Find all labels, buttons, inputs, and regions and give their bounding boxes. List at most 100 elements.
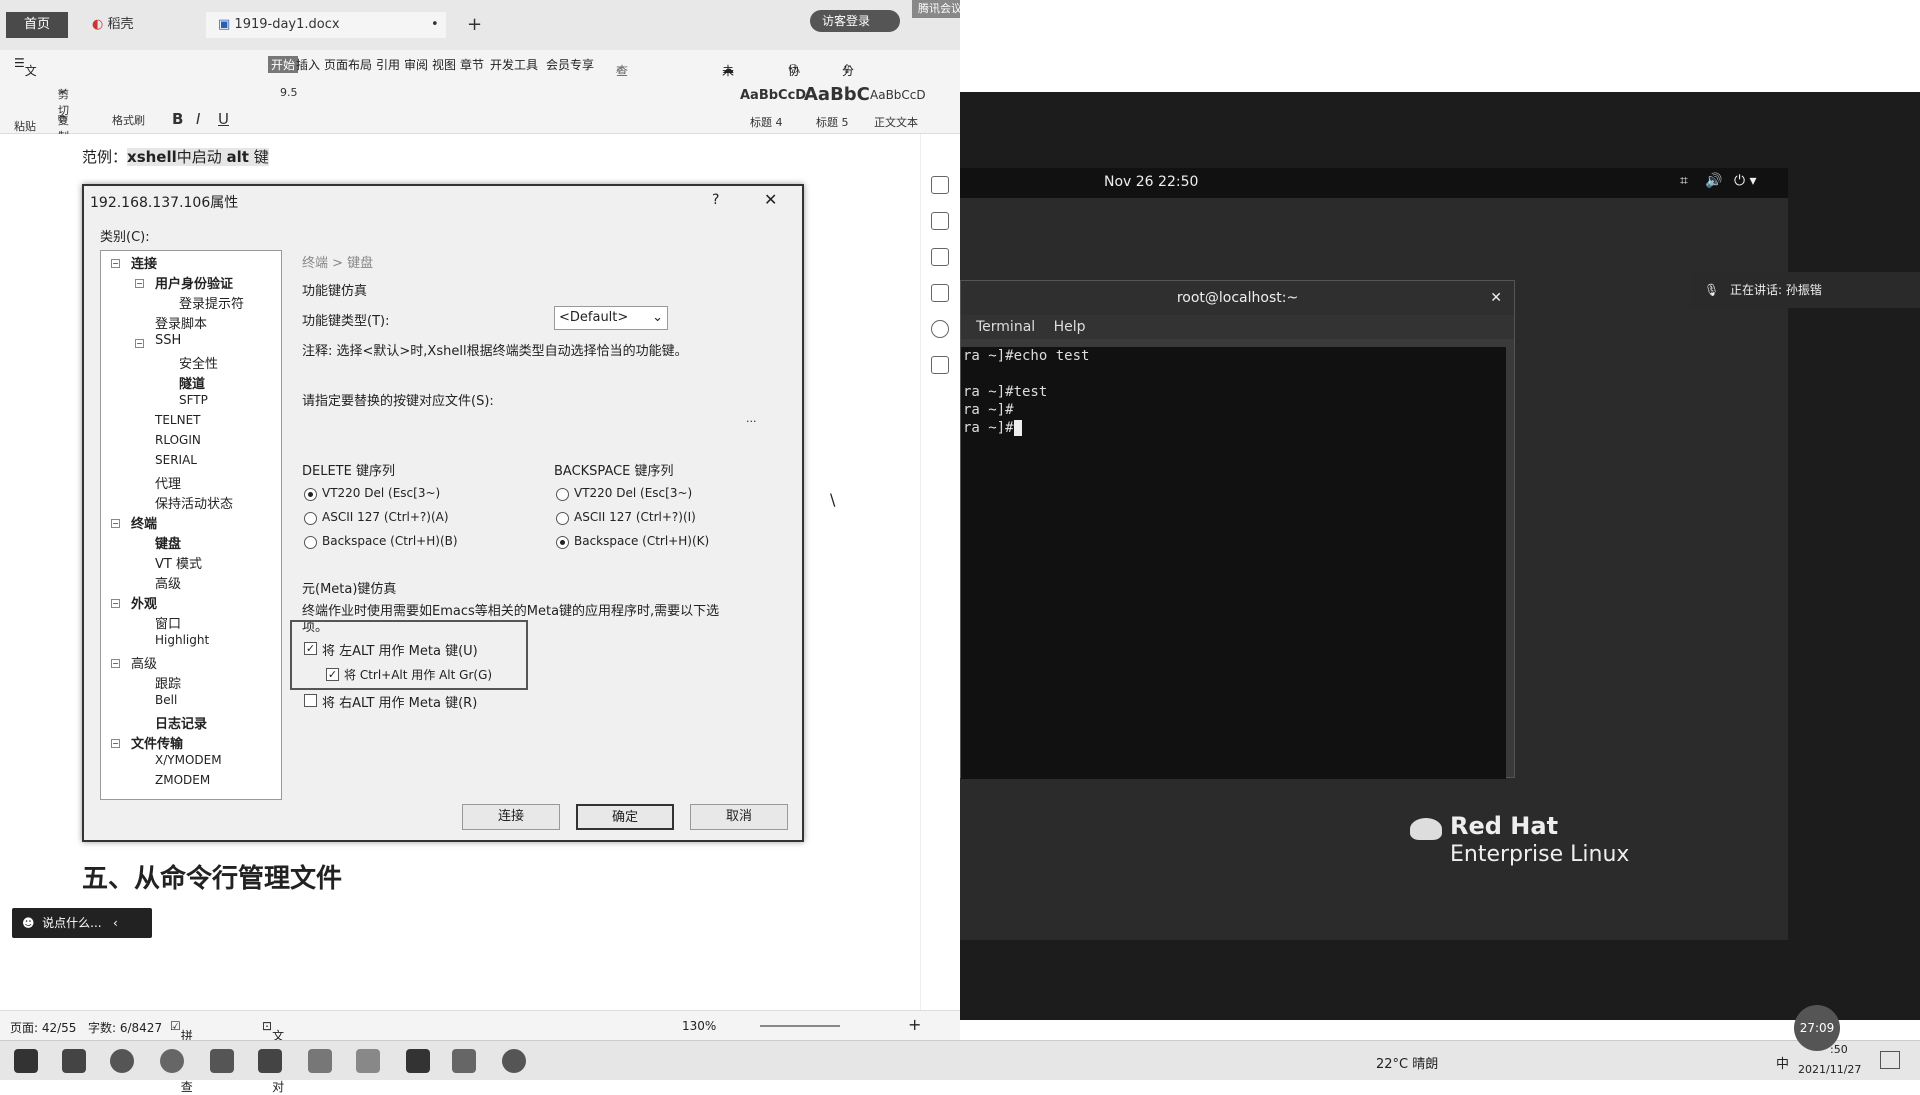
tree-ssh[interactable]: SSH [155, 333, 181, 348]
ctrl-alt-altgr-checkbox[interactable]: ✓ [326, 668, 339, 681]
menu-file[interactable]: ☰ 文件 [14, 56, 37, 95]
windows-start-icon[interactable] [14, 1049, 38, 1073]
tree-keyboard[interactable]: 键盘 [155, 533, 181, 552]
terminal-window[interactable]: root@localhost:~ ✕ Terminal Help ra ~]#e… [960, 280, 1515, 779]
tree-tunnel[interactable]: 隧道 [179, 373, 205, 392]
clock-time[interactable]: :50 [1830, 1043, 1848, 1056]
xshell-icon[interactable] [452, 1049, 476, 1073]
tab-home[interactable]: 首页 [6, 12, 68, 38]
tree-terminal-advanced[interactable]: 高级 [155, 573, 181, 592]
clock-date[interactable]: 2021/11/27 [1798, 1063, 1861, 1076]
style-heading5[interactable]: AaBbC [804, 84, 870, 105]
menu-insert[interactable]: 插入 [296, 56, 320, 73]
tree-highlight[interactable]: Highlight [155, 633, 209, 647]
menu-ref[interactable]: 引用 [376, 56, 400, 73]
tree-telnet[interactable]: TELNET [155, 413, 201, 427]
tree-zmodem[interactable]: ZMODEM [155, 773, 210, 787]
guest-login-button[interactable]: 访客登录 [810, 10, 900, 32]
new-tab-icon[interactable]: + [455, 12, 494, 38]
settings-icon[interactable] [931, 284, 949, 302]
tree-proxy[interactable]: 代理 [155, 473, 181, 492]
pointer-icon[interactable] [931, 248, 949, 266]
tree-logging[interactable]: 日志记录 [155, 713, 207, 732]
zoom-in-icon[interactable]: + [908, 1015, 921, 1034]
tree-xymodem[interactable]: X/YMODEM [155, 753, 222, 767]
folder-icon[interactable] [356, 1049, 380, 1073]
bs-vt220-radio[interactable] [556, 488, 569, 501]
style-heading4[interactable]: AaBbCcD [740, 88, 806, 103]
globe-icon[interactable] [502, 1049, 526, 1073]
terminal-close-icon[interactable]: ✕ [1490, 281, 1502, 315]
delete-vt220-radio[interactable] [304, 488, 317, 501]
doc-proof[interactable]: ⊡ 文档校对 [262, 1019, 284, 1094]
zoom-level[interactable]: 130% [682, 1019, 716, 1033]
menu-start[interactable]: 开始 [268, 56, 299, 73]
menu-layout[interactable]: 页面布局 [324, 56, 372, 73]
menu-member[interactable]: 会员专享 [546, 56, 594, 73]
chat-input[interactable]: ☻ 说点什么... ‹ [12, 908, 152, 938]
tree-login-script[interactable]: 登录脚本 [155, 313, 207, 332]
style-body[interactable]: AaBbCcD [870, 88, 926, 102]
delete-backspace-radio[interactable] [304, 536, 317, 549]
delete-ascii-radio[interactable] [304, 512, 317, 525]
menu-help[interactable]: Help [1054, 319, 1086, 335]
underline-button[interactable]: U [218, 110, 229, 128]
terminal-output[interactable]: ra ~]#echo test ra ~]#test ra ~]# ra ~]# [961, 347, 1506, 779]
help-icon[interactable] [931, 320, 949, 338]
help-button[interactable]: ? [712, 192, 719, 208]
ok-button[interactable]: 确定 [576, 804, 674, 830]
edge-icon[interactable] [110, 1049, 134, 1073]
category-tree[interactable]: − 连接 − 用户身份验证 登录提示符 登录脚本 − SSH 安全性 隧道 SF… [100, 250, 282, 800]
italic-button[interactable]: I [196, 110, 200, 128]
tab-daoke[interactable]: ◐ 稻壳 [80, 12, 190, 38]
tree-trace[interactable]: 跟踪 [155, 673, 181, 692]
dialog-close-button[interactable]: ✕ [764, 190, 777, 209]
tree-login-prompt[interactable]: 登录提示符 [179, 293, 244, 312]
network-icon[interactable]: ⌗ [1680, 173, 1688, 189]
tree-appearance[interactable]: 外观 [131, 593, 157, 612]
tree-connection[interactable]: 连接 [131, 253, 157, 272]
power-icon[interactable]: ⏻ ▾ [1734, 173, 1757, 189]
tree-bell[interactable]: Bell [155, 693, 177, 707]
font-size-select[interactable]: 9.5 [280, 86, 298, 99]
tree-auth[interactable]: 用户身份验证 [155, 273, 233, 292]
tree-terminal[interactable]: 终端 [131, 513, 157, 532]
connect-button[interactable]: 连接 [462, 804, 560, 830]
ime-indicator[interactable]: 中 [1776, 1053, 1789, 1072]
weather[interactable]: 22°C 晴朗 [1376, 1053, 1438, 1072]
tab-document[interactable]: ▣ 1919-day1.docx • [206, 12, 446, 38]
fkey-type-select[interactable]: <Default> ⌄ [554, 306, 668, 330]
pen-icon[interactable] [931, 212, 949, 230]
word-count[interactable]: 字数: 6/8427 [88, 1019, 162, 1036]
app3-icon[interactable] [406, 1049, 430, 1073]
browse-button[interactable]: ... [746, 412, 757, 425]
tree-rlogin[interactable]: RLOGIN [155, 433, 201, 447]
tree-security[interactable]: 安全性 [179, 353, 218, 372]
menu-view[interactable]: 视图 [432, 56, 456, 73]
app-icon[interactable] [62, 1049, 86, 1073]
tree-sftp[interactable]: SFTP [179, 393, 208, 407]
menu-terminal[interactable]: Terminal [976, 319, 1035, 335]
bs-backspace-radio[interactable] [556, 536, 569, 549]
window-icon[interactable] [258, 1049, 282, 1073]
notification-icon[interactable] [1880, 1051, 1900, 1069]
menu-review[interactable]: 审阅 [404, 56, 428, 73]
paste-button[interactable]: 粘贴 [14, 118, 36, 134]
tree-advanced[interactable]: 高级 [131, 653, 157, 672]
volume-icon[interactable]: 🔊 [1705, 173, 1722, 189]
bold-button[interactable]: B [172, 110, 183, 128]
tree-window[interactable]: 窗口 [155, 613, 181, 632]
spell-check[interactable]: ☑ 拼写检查 [170, 1019, 193, 1094]
wps-icon[interactable] [210, 1049, 234, 1073]
left-alt-meta-checkbox[interactable]: ✓ [304, 642, 317, 655]
menu-chapter[interactable]: 章节 [460, 56, 484, 73]
chrome-icon[interactable] [160, 1049, 184, 1073]
tree-keepalive[interactable]: 保持活动状态 [155, 493, 233, 512]
format-painter-button[interactable]: 格式刷 [112, 112, 145, 128]
cancel-button[interactable]: 取消 [690, 804, 788, 830]
tree-serial[interactable]: SERIAL [155, 453, 197, 467]
zoom-slider[interactable] [760, 1025, 840, 1027]
menu-dev[interactable]: 开发工具 [490, 56, 538, 73]
bs-ascii-radio[interactable] [556, 512, 569, 525]
tree-file-transfer[interactable]: 文件传输 [131, 733, 183, 752]
